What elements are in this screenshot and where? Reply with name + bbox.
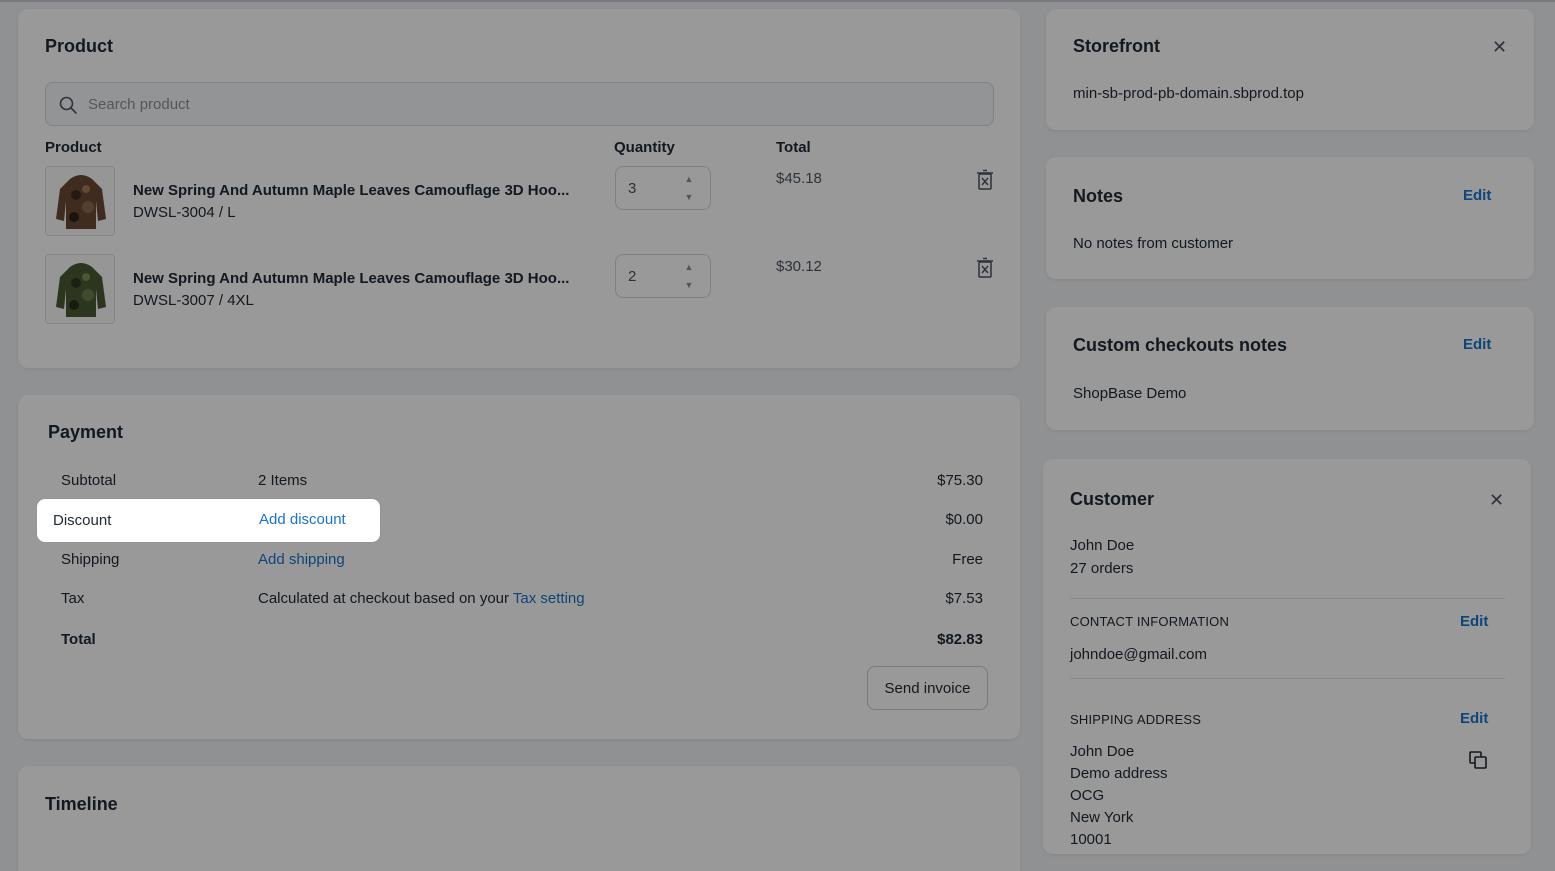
- column-header-total: Total: [776, 139, 811, 156]
- payment-card-title: Payment: [48, 422, 124, 442]
- tax-row: Tax Calculated at checkout based on your…: [61, 590, 983, 614]
- customer-card: Customer ✕ John Doe 27 orders CONTACT IN…: [1043, 459, 1531, 854]
- storefront-domain: min-sb-prod-pb-domain.sbprod.top: [1073, 85, 1304, 102]
- address-line: Demo address: [1070, 765, 1168, 782]
- customer-orders-link[interactable]: 27 orders: [1070, 560, 1133, 577]
- discount-value: $0.00: [945, 511, 983, 528]
- storefront-title: Storefront: [1073, 36, 1160, 56]
- contact-edit-link[interactable]: Edit: [1460, 613, 1488, 630]
- product-row: New Spring And Autumn Maple Leaves Camou…: [45, 166, 994, 238]
- address-line: 10001: [1070, 831, 1112, 848]
- customer-title: Customer: [1070, 489, 1155, 509]
- search-product-box[interactable]: [45, 82, 994, 126]
- add-shipping-link[interactable]: Add shipping: [258, 551, 345, 568]
- chevron-down-icon[interactable]: ▼: [682, 278, 696, 292]
- search-product-input[interactable]: [88, 83, 968, 125]
- address-line: John Doe: [1070, 743, 1135, 760]
- custom-notes-text: ShopBase Demo: [1073, 385, 1187, 402]
- column-header-product: Product: [45, 139, 102, 156]
- quantity-stepper[interactable]: ▲ ▼: [615, 254, 711, 298]
- copy-icon[interactable]: [1469, 751, 1487, 769]
- shipping-edit-link[interactable]: Edit: [1460, 710, 1488, 727]
- customer-email: johndoe@gmail.com: [1070, 646, 1207, 663]
- product-row: New Spring And Autumn Maple Leaves Camou…: [45, 254, 994, 326]
- line-total: $45.18: [776, 170, 822, 187]
- address-line: New York: [1070, 809, 1134, 826]
- add-discount-link[interactable]: Add discount: [259, 511, 346, 528]
- chevron-up-icon[interactable]: ▲: [682, 172, 696, 186]
- quantity-stepper[interactable]: ▲ ▼: [615, 166, 711, 210]
- line-total: $30.12: [776, 258, 822, 275]
- product-thumbnail[interactable]: [45, 254, 115, 324]
- divider: [1070, 598, 1505, 599]
- subtotal-value: $75.30: [937, 472, 983, 489]
- subtotal-items: 2 Items: [258, 472, 308, 489]
- divider: [1070, 678, 1505, 679]
- product-name[interactable]: New Spring And Autumn Maple Leaves Camou…: [133, 270, 588, 287]
- search-icon: [59, 96, 77, 114]
- product-thumbnail[interactable]: [45, 166, 115, 236]
- contact-information-caption: CONTACT INFORMATION: [1070, 614, 1230, 629]
- discount-label: Discount: [53, 512, 112, 529]
- top-border: [0, 0, 1555, 2]
- notes-edit-link[interactable]: Edit: [1463, 187, 1491, 204]
- shipping-address-caption: SHIPPING ADDRESS: [1070, 712, 1202, 727]
- column-header-quantity: Quantity: [614, 139, 675, 156]
- hoodie-image: [46, 167, 114, 235]
- product-name[interactable]: New Spring And Autumn Maple Leaves Camou…: [133, 182, 588, 199]
- timeline-title: Timeline: [45, 794, 118, 814]
- tax-value: $7.53: [945, 590, 983, 607]
- notes-text: No notes from customer: [1073, 235, 1234, 252]
- subtotal-label: Subtotal: [61, 472, 117, 489]
- product-sku: DWSL-3004 / L: [133, 204, 236, 221]
- close-icon[interactable]: ✕: [1492, 38, 1507, 56]
- custom-checkout-notes-card: Custom checkouts notes Edit ShopBase Dem…: [1046, 307, 1534, 430]
- custom-notes-edit-link[interactable]: Edit: [1463, 336, 1491, 353]
- quantity-input[interactable]: [628, 265, 668, 287]
- customer-name-link[interactable]: John Doe: [1070, 537, 1134, 554]
- tax-setting-link[interactable]: Tax setting: [513, 590, 585, 607]
- chevron-up-icon[interactable]: ▲: [682, 260, 696, 274]
- subtotal-row: Subtotal 2 Items $75.30: [61, 472, 983, 496]
- order-page: Product Product Quantity Total New Sprin…: [0, 0, 1555, 871]
- total-value: $82.83: [937, 631, 983, 648]
- chevron-down-icon[interactable]: ▼: [682, 190, 696, 204]
- notes-card: Notes Edit No notes from customer: [1046, 157, 1534, 279]
- tax-description-text: Calculated at checkout based on your: [258, 590, 509, 607]
- shipping-row: Shipping Add shipping Free: [61, 551, 983, 575]
- hoodie-image: [46, 255, 114, 323]
- product-card: Product Product Quantity Total New Sprin…: [18, 9, 1020, 368]
- delete-icon[interactable]: [975, 257, 995, 279]
- shipping-value: Free: [952, 551, 983, 568]
- tax-description: Calculated at checkout based on your Tax…: [258, 590, 585, 607]
- product-card-title: Product: [45, 36, 114, 56]
- send-invoice-button[interactable]: Send invoice: [867, 666, 988, 710]
- timeline-card: Timeline: [18, 766, 1020, 871]
- custom-notes-title: Custom checkouts notes: [1073, 335, 1288, 355]
- discount-spotlight: Discount Add discount: [37, 499, 380, 542]
- quantity-input[interactable]: [628, 177, 668, 199]
- notes-title: Notes: [1073, 186, 1124, 206]
- close-icon[interactable]: ✕: [1489, 491, 1504, 509]
- shipping-label: Shipping: [61, 551, 120, 568]
- product-sku: DWSL-3007 / 4XL: [133, 292, 254, 309]
- storefront-card: Storefront ✕ min-sb-prod-pb-domain.sbpro…: [1046, 9, 1534, 130]
- total-row: Total $82.83: [61, 631, 983, 655]
- delete-icon[interactable]: [975, 169, 995, 191]
- tax-label: Tax: [61, 590, 85, 607]
- address-line: OCG: [1070, 787, 1105, 804]
- total-label: Total: [61, 631, 96, 648]
- payment-card: Payment Subtotal 2 Items $75.30 Discount…: [18, 395, 1020, 739]
